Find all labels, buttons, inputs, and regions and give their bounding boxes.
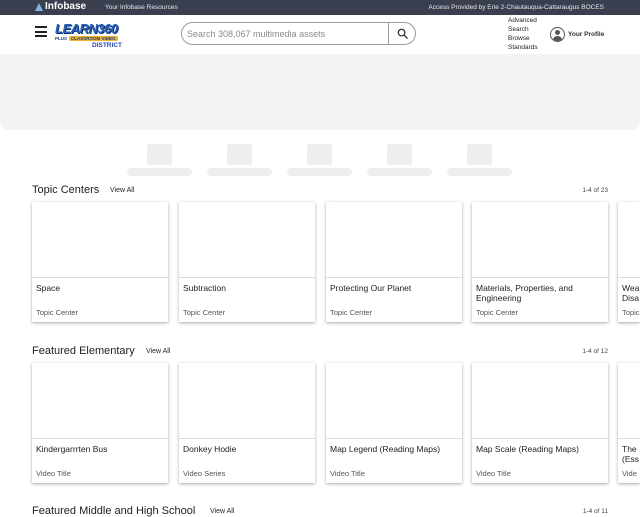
card-type: Topic Center [183,308,226,317]
search-bar [181,22,416,45]
card-thumbnail [32,363,168,439]
hero-banner-placeholder [0,54,640,130]
hamburger-menu-icon[interactable] [35,26,47,37]
card-title: Materials, Properties, and Engineering [476,283,573,303]
card-weather-partial[interactable]: Wea Disa Topic [618,202,640,322]
advanced-search-link-line1[interactable]: Advanced [508,16,538,25]
card-thumbnail [618,202,640,278]
view-all-featured-elementary-link[interactable]: View All [146,348,170,355]
plus-label: PLUS [55,36,68,41]
card-type: Topic Center [330,308,373,317]
classroom-video-badge: CLASSROOM VIDEO [69,36,118,41]
card-title: Kindergarrrten Bus [36,444,108,454]
skeleton-icon [387,144,412,165]
card-type: Video Title [330,469,365,478]
browse-standards-link-line2[interactable]: Standards [508,43,538,52]
category-skeleton-row [0,144,640,176]
card-type: Topic [622,308,640,317]
card-protecting-our-planet[interactable]: Protecting Our Planet Topic Center [326,202,462,322]
card-type: Topic Center [476,308,519,317]
view-all-topic-centers-link[interactable]: View All [110,187,134,194]
search-icon [397,28,408,39]
section-title-featured-middle-high: Featured Middle and High School [32,505,196,517]
skeleton-label [127,168,192,176]
card-partial[interactable]: The (Ess Vide [618,363,640,483]
skeleton-label [447,168,512,176]
advanced-search-link-line2[interactable]: Search [508,25,538,34]
card-title: The (Ess [622,444,639,464]
card-title: Space [36,283,61,293]
browse-standards-link-line1[interactable]: Browse [508,34,538,43]
skeleton-icon [227,144,252,165]
card-title: Protecting Our Planet [330,283,412,293]
card-kindergarrrten-bus[interactable]: Kindergarrrten Bus Video Title [32,363,168,483]
card-thumbnail [472,363,608,439]
card-donkey-hodie[interactable]: Donkey Hodie Video Series [179,363,315,483]
card-thumbnail [618,363,640,439]
section-title-featured-elementary: Featured Elementary [32,345,135,357]
card-title: Map Scale (Reading Maps) [476,444,579,454]
card-map-legend[interactable]: Map Legend (Reading Maps) Video Title [326,363,462,483]
card-thumbnail [472,202,608,278]
user-circle-icon [550,27,565,42]
infobase-logo-icon [35,2,43,11]
skeleton-icon [147,144,172,165]
skeleton-label [367,168,432,176]
your-profile-label: Your Profile [568,31,605,38]
card-type: Vide [622,469,637,478]
card-title: Map Legend (Reading Maps) [330,444,441,454]
header-links: Advanced Search Browse Standards [508,16,538,52]
access-provided-text: Access Provided by Erie 2-Chautauqua-Cat… [428,4,604,11]
district-label: DISTRICT [92,42,122,49]
learn360-wordmark: LEARN360 [55,21,118,36]
learn360-plus-line: PLUS CLASSROOM VIDEO [55,36,123,41]
card-type: Video Series [183,469,226,478]
card-type: Video Title [476,469,511,478]
card-type: Video Title [36,469,71,478]
card-map-scale[interactable]: Map Scale (Reading Maps) Video Title [472,363,608,483]
site-header: LEARN360 PLUS CLASSROOM VIDEO DISTRICT A… [0,15,640,55]
card-thumbnail [32,202,168,278]
section-title-topic-centers: Topic Centers [32,184,100,196]
card-type: Topic Center [36,308,79,317]
card-subtraction[interactable]: Subtraction Topic Center [179,202,315,322]
card-materials-properties-engineering[interactable]: Materials, Properties, and Engineering T… [472,202,608,322]
card-title: Donkey Hodie [183,444,237,454]
your-infobase-resources-link[interactable]: Your Infobase Resources [105,4,178,11]
search-button[interactable] [388,23,415,44]
featured-elementary-count: 1-4 of 12 [582,348,608,355]
learn360-logo[interactable]: LEARN360 PLUS CLASSROOM VIDEO DISTRICT [55,22,123,52]
skeleton-label [207,168,272,176]
skeleton-icon [467,144,492,165]
infobase-logo[interactable]: Infobase [35,1,86,12]
infobase-logo-text: Infobase [45,1,87,12]
card-title: Subtraction [183,283,226,293]
card-title: Wea Disa [622,283,640,303]
card-thumbnail [326,202,462,278]
infobase-top-bar: Infobase Your Infobase Resources Access … [0,0,640,15]
your-profile-button[interactable]: Your Profile [550,27,604,42]
card-thumbnail [179,363,315,439]
card-thumbnail [326,363,462,439]
topic-centers-count: 1-4 of 23 [582,187,608,194]
search-input[interactable] [182,23,390,44]
skeleton-label [287,168,352,176]
skeleton-icon [307,144,332,165]
card-thumbnail [179,202,315,278]
card-space[interactable]: Space Topic Center [32,202,168,322]
